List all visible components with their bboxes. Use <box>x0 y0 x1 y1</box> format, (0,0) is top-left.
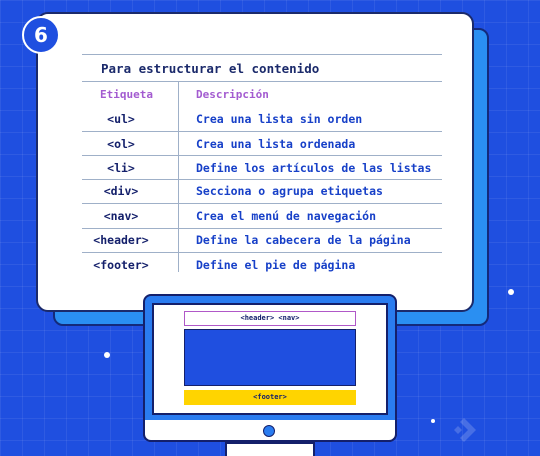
row-description: Define los artículos de las listas <box>196 161 432 175</box>
logo-icon <box>454 418 476 442</box>
sparkle-dot <box>431 419 435 423</box>
row-tag: <footer> <box>93 258 149 272</box>
row-tag: <div> <box>103 184 139 198</box>
row-divider <box>82 131 442 132</box>
table-title: Para estructurar el contenido <box>101 61 320 76</box>
column-divider <box>178 82 179 272</box>
row-tag: <ol> <box>107 137 135 151</box>
row-description: Define la cabecera de la página <box>196 233 411 247</box>
row-description: Secciona o agrupa etiquetas <box>196 184 383 198</box>
row-tag: <header> <box>93 233 149 247</box>
table-header-rule <box>82 81 442 82</box>
table-top-rule <box>82 54 442 55</box>
row-description: Crea el menú de navegación <box>196 209 377 223</box>
column-header-tag: Etiqueta <box>100 88 153 101</box>
sparkle-dot <box>104 352 110 358</box>
monitor-power-button <box>263 425 275 437</box>
row-divider <box>82 252 442 253</box>
row-description: Crea una lista sin orden <box>196 112 363 126</box>
row-divider <box>82 179 442 180</box>
step-badge: 6 <box>22 16 60 54</box>
row-divider <box>82 228 442 229</box>
row-description: Define el pie de página <box>196 258 356 272</box>
mock-footer-block: <footer> <box>184 390 356 405</box>
row-tag: <ul> <box>107 112 135 126</box>
monitor-stand <box>225 442 315 456</box>
mock-header-block: <header> <nav> <box>184 311 356 326</box>
row-divider <box>82 203 442 204</box>
mock-main-block <box>184 329 356 386</box>
column-header-description: Descripción <box>196 88 269 101</box>
row-tag: <nav> <box>103 209 139 223</box>
row-description: Crea una lista ordenada <box>196 137 356 151</box>
sparkle-dot <box>508 289 514 295</box>
row-tag: <li> <box>107 161 135 175</box>
row-divider <box>82 155 442 156</box>
